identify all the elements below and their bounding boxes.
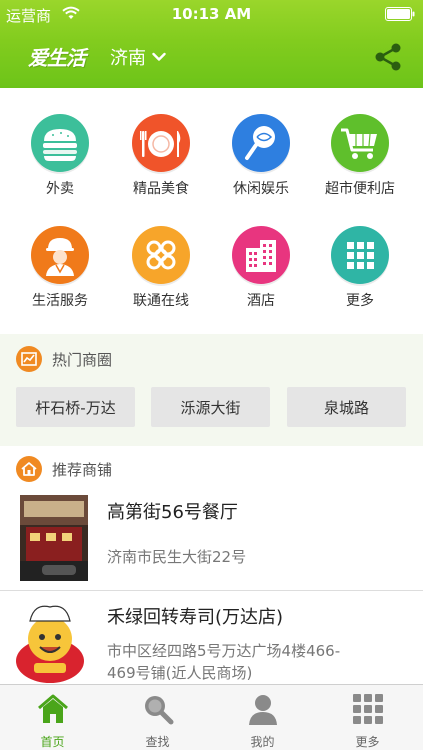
category-label: 外卖 xyxy=(46,181,74,197)
shop-address: 济南市民生大街22号 xyxy=(107,548,247,566)
unicom-knot-icon xyxy=(132,226,190,284)
category-life-services[interactable]: 生活服务 xyxy=(10,226,110,310)
hot-areas-header: 热门商圈 xyxy=(16,346,112,372)
category-hotel[interactable]: 酒店 xyxy=(211,226,311,310)
shop-photo xyxy=(20,495,88,581)
category-label: 酒店 xyxy=(247,293,275,309)
category-label: 更多 xyxy=(346,293,374,309)
home-icon xyxy=(38,694,68,723)
nav-bar: 爱生活 济南 xyxy=(0,28,423,86)
chevron-down-icon xyxy=(152,52,166,61)
category-label: 生活服务 xyxy=(32,293,88,309)
hot-areas-title: 热门商圈 xyxy=(52,350,113,369)
app-screen: 运营商 10:13 AM 爱生活 济南 外卖 精品美食 休闲娱乐 超市便利店 生… xyxy=(0,0,423,750)
category-leisure[interactable]: 休闲娱乐 xyxy=(211,114,311,198)
share-icon[interactable] xyxy=(373,42,403,72)
shop-address: 市中区经四路5号万达广场4楼466-469号铺(近人民商场) xyxy=(107,642,341,682)
category-supermarket[interactable]: 超市便利店 xyxy=(310,114,410,198)
status-bar: 运营商 10:13 AM xyxy=(0,0,423,28)
sushi-chef-logo xyxy=(16,605,84,683)
shopping-cart-icon xyxy=(331,114,389,172)
header-zigzag-edge xyxy=(0,86,423,96)
hot-area-chip[interactable]: 泺源大街 xyxy=(151,387,270,427)
shop-list-item[interactable]: 禾绿回转寿司(万达店) 市中区经四路5号万达广场4楼466-469号铺(近人民商… xyxy=(0,591,423,684)
hot-area-chip[interactable]: 杆石桥-万达 xyxy=(16,387,135,427)
category-label: 超市便利店 xyxy=(325,181,395,197)
city-label: 济南 xyxy=(110,48,146,69)
tab-label: 更多 xyxy=(355,735,380,749)
grid-icon xyxy=(353,694,383,724)
app-logo: 爱生活 xyxy=(28,46,86,70)
grid-icon xyxy=(331,226,389,284)
lollipop-icon xyxy=(232,114,290,172)
battery-icon xyxy=(385,7,415,21)
chart-icon xyxy=(16,346,42,372)
tab-profile[interactable]: 我的 xyxy=(210,685,315,750)
tab-label: 首页 xyxy=(40,735,65,749)
user-icon xyxy=(249,695,277,725)
tab-label: 查找 xyxy=(145,735,170,749)
category-fine-dining[interactable]: 精品美食 xyxy=(111,114,211,198)
header: 运营商 10:13 AM 爱生活 济南 xyxy=(0,0,423,92)
tab-search[interactable]: 查找 xyxy=(105,685,210,750)
category-more[interactable]: 更多 xyxy=(310,226,410,310)
tab-home[interactable]: 首页 xyxy=(0,685,105,750)
shop-name: 高第街56号餐厅 xyxy=(107,502,238,523)
tab-label: 我的 xyxy=(250,735,275,749)
shop-name: 禾绿回转寿司(万达店) xyxy=(107,607,284,628)
hot-areas-section: 热门商圈 杆石桥-万达 泺源大街 泉城路 xyxy=(0,334,423,446)
recommended-title-row: 推荐商铺 xyxy=(16,456,112,482)
hot-area-chip[interactable]: 泉城路 xyxy=(287,387,406,427)
hotel-building-icon xyxy=(232,226,290,284)
clock: 10:13 AM xyxy=(171,5,252,23)
shop-list-item[interactable]: 高第街56号餐厅 济南市民生大街22号 xyxy=(0,490,423,590)
category-label: 精品美食 xyxy=(133,181,189,197)
category-label: 休闲娱乐 xyxy=(233,181,289,197)
recommended-title: 推荐商铺 xyxy=(52,460,113,479)
city-selector[interactable]: 济南 xyxy=(110,44,166,70)
search-icon xyxy=(145,696,174,725)
tab-bar: 首页 查找 我的 更多 xyxy=(0,684,423,750)
hot-areas-chips: 杆石桥-万达 泺源大街 泉城路 xyxy=(16,387,406,427)
tab-more[interactable]: 更多 xyxy=(315,685,420,750)
category-grid: 外卖 精品美食 休闲娱乐 超市便利店 生活服务 联通在线 酒店 更多 xyxy=(0,96,423,334)
worker-icon xyxy=(31,226,89,284)
home-icon xyxy=(16,456,42,482)
burger-icon xyxy=(31,114,89,172)
category-unicom-online[interactable]: 联通在线 xyxy=(111,226,211,310)
category-takeout[interactable]: 外卖 xyxy=(10,114,110,198)
recommended-header: 推荐商铺 xyxy=(0,448,423,488)
category-label: 联通在线 xyxy=(133,293,189,309)
plate-utensils-icon xyxy=(132,114,190,172)
